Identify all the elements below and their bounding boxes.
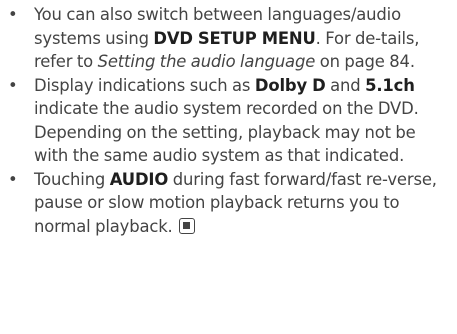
text: on page 84. — [315, 52, 415, 71]
bullet-item-display-indications: • Display indications such as Dolby D an… — [8, 74, 449, 168]
cross-reference-title: Setting the audio language — [97, 52, 316, 71]
text: Display indications such as — [34, 75, 255, 95]
bullet-list: • You can also switch between languages/… — [8, 3, 449, 238]
bullet-icon: • — [8, 5, 18, 24]
emphasis-dvd-setup-menu: DVD SETUP MENU — [153, 28, 316, 48]
bullet-item-audio-touch: • Touching AUDIO during fast forward/fas… — [8, 168, 449, 239]
emphasis-dolby-d: Dolby D — [254, 75, 326, 95]
emphasis-5-1ch: 5.1ch — [365, 75, 415, 95]
stop-icon — [179, 217, 196, 234]
manual-page: • You can also switch between languages/… — [0, 0, 457, 334]
emphasis-audio: AUDIO — [109, 169, 169, 189]
text: and — [325, 75, 366, 95]
bullet-item-setup-menu: • You can also switch between languages/… — [8, 3, 449, 74]
bullet-icon: • — [8, 75, 18, 95]
text: indicate the audio system recorded on th… — [34, 99, 419, 165]
text: Touching — [34, 169, 110, 189]
bullet-icon: • — [8, 169, 18, 189]
